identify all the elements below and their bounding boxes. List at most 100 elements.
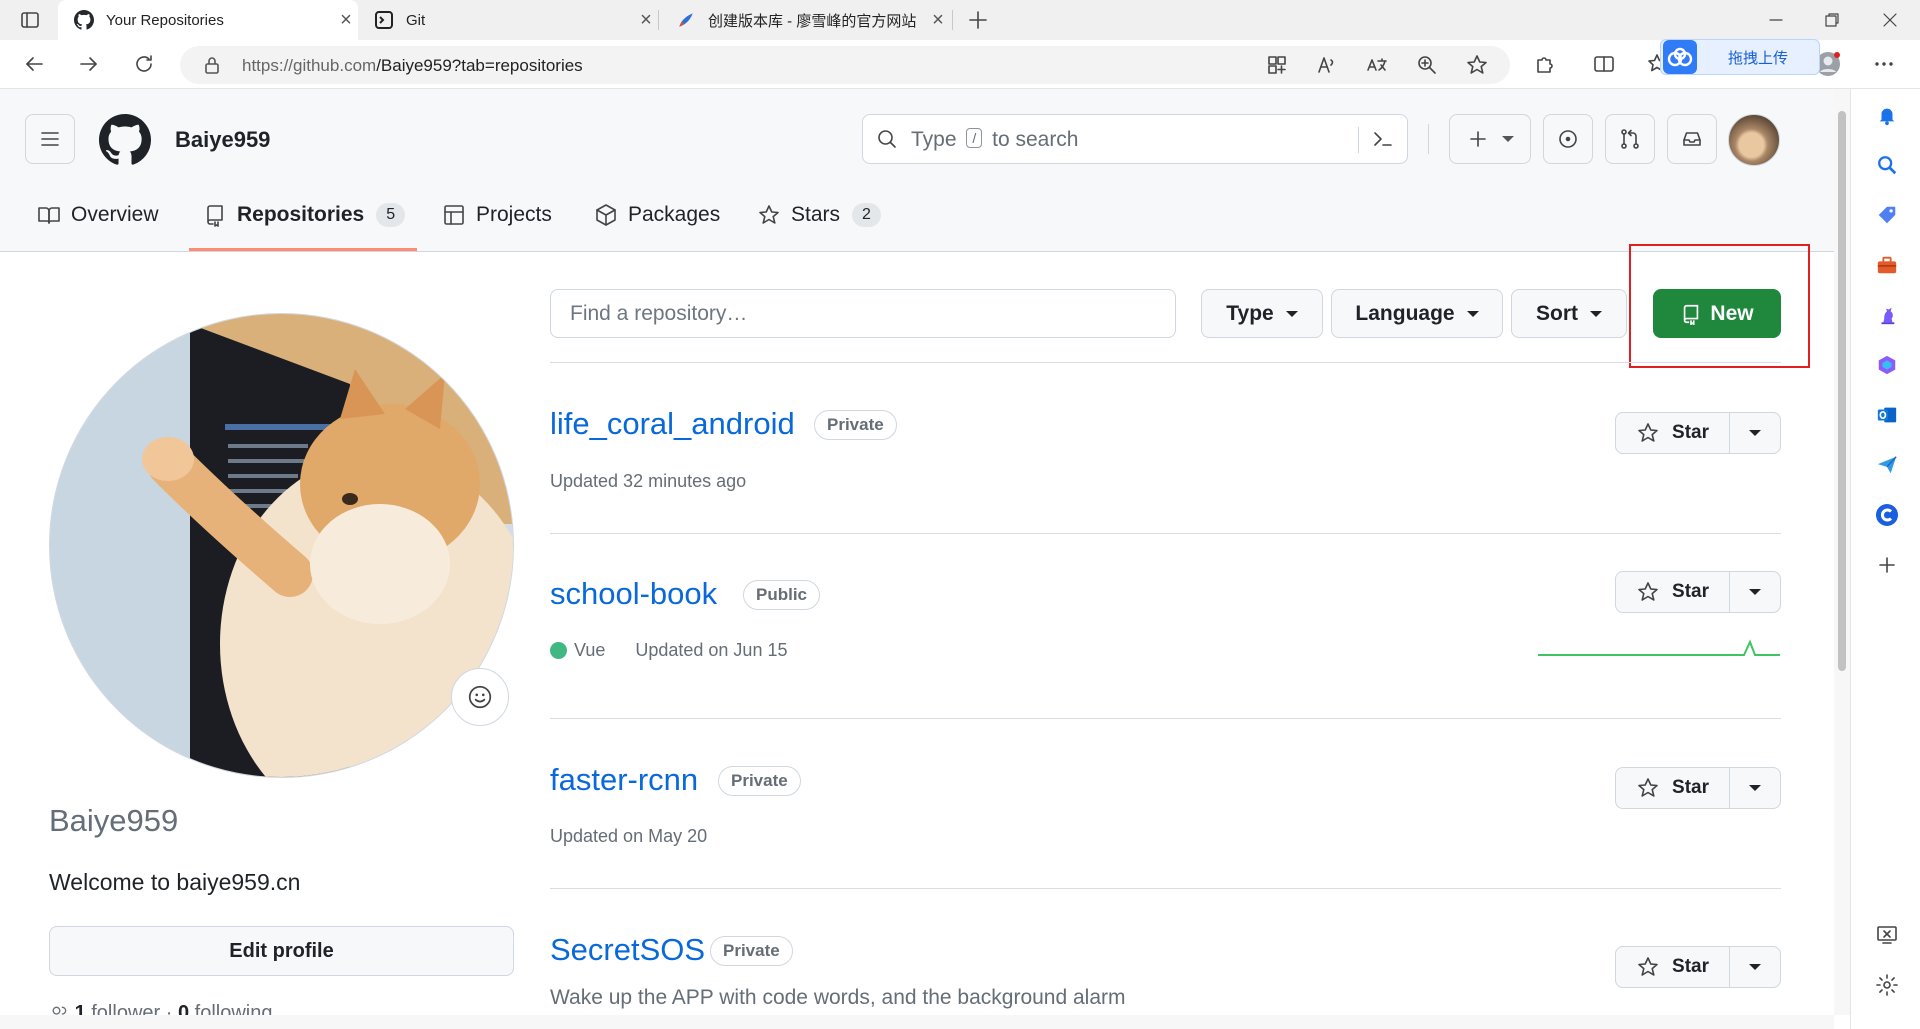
star-list-dropdown[interactable] <box>1730 947 1780 987</box>
sidebar-search-button[interactable] <box>1874 152 1900 178</box>
language-filter-dropdown[interactable]: Language <box>1331 289 1503 338</box>
global-search-input[interactable]: Type / to search <box>862 114 1408 164</box>
list-divider <box>550 718 1781 719</box>
repositories-count-badge: 5 <box>376 203 406 227</box>
restore-button[interactable] <box>1804 0 1860 40</box>
back-arrow-icon <box>26 57 43 71</box>
minimize-button[interactable] <box>1748 0 1804 40</box>
tab-repositories[interactable]: Repositories 5 <box>203 193 406 237</box>
star-button[interactable]: Star <box>1616 768 1730 808</box>
zoom-icon[interactable] <box>1415 53 1439 77</box>
star-list-dropdown[interactable] <box>1730 768 1780 808</box>
tab-actions-icon <box>21 12 39 28</box>
close-tab-icon[interactable]: × <box>926 9 950 32</box>
repo-name-link[interactable]: life_coral_android <box>550 406 795 442</box>
lock-icon[interactable] <box>200 53 224 77</box>
screenshot-icon <box>1877 926 1897 944</box>
forward-button[interactable] <box>71 46 107 82</box>
browser-tab-github[interactable]: Your Repositories × <box>58 0 358 40</box>
sidebar-tools-button[interactable] <box>1874 252 1900 278</box>
browser-tab-liaoxuefeng[interactable]: 创建版本库 - 廖雪峰的官方网站 × <box>660 0 950 40</box>
type-filter-dropdown[interactable]: Type <box>1201 289 1323 338</box>
sort-filter-dropdown[interactable]: Sort <box>1511 289 1627 338</box>
page-scrollbar[interactable] <box>1834 89 1850 1015</box>
pull-request-icon <box>1621 129 1639 149</box>
menu-button[interactable] <box>25 114 75 164</box>
profile-avatar[interactable] <box>49 313 514 778</box>
user-avatar-menu[interactable] <box>1728 114 1780 166</box>
github-logo-icon[interactable] <box>99 114 151 166</box>
restore-icon <box>1825 13 1839 27</box>
command-palette-icon[interactable] <box>1371 127 1395 151</box>
star-list-dropdown[interactable] <box>1730 413 1780 453</box>
url-path: /Baiye959?tab=repositories <box>376 56 583 75</box>
chevron-down-icon <box>1466 310 1479 317</box>
book-icon <box>38 207 60 224</box>
sidebar-games-button[interactable] <box>1874 302 1900 328</box>
star-label: Star <box>1672 581 1709 602</box>
issues-button[interactable] <box>1543 114 1593 164</box>
url-text[interactable]: https://github.com/Baiye959?tab=reposito… <box>242 56 583 76</box>
tab-stars[interactable]: Stars 2 <box>757 193 881 237</box>
sidebar-shopping-button[interactable] <box>1874 202 1900 228</box>
c-logo-icon <box>1876 504 1898 526</box>
find-repository-input[interactable] <box>550 289 1176 338</box>
back-button[interactable] <box>16 46 52 82</box>
visibility-badge: Public <box>743 580 821 610</box>
repo-name-link[interactable]: school-book <box>550 576 717 612</box>
star-list-dropdown[interactable] <box>1730 572 1780 612</box>
tab-packages[interactable]: Packages <box>594 193 720 237</box>
sidebar-settings-button[interactable] <box>1874 972 1900 998</box>
chess-icon <box>1881 307 1895 325</box>
set-status-button[interactable] <box>451 668 509 726</box>
close-tab-icon[interactable]: × <box>334 9 358 32</box>
repo-updated-text: Updated on May 20 <box>550 826 708 846</box>
sidebar-add-button[interactable] <box>1874 552 1900 578</box>
tab-projects[interactable]: Projects <box>442 193 552 237</box>
forward-arrow-icon <box>80 57 97 71</box>
tag-icon <box>1878 206 1896 224</box>
search-placeholder-prefix: Type <box>911 128 957 151</box>
tab-overview[interactable]: Overview <box>37 193 159 237</box>
close-tab-icon[interactable]: × <box>634 9 658 32</box>
scrollbar-thumb[interactable] <box>1838 111 1846 671</box>
sidebar-m365-button[interactable] <box>1874 352 1900 378</box>
star-button[interactable]: Star <box>1616 572 1730 612</box>
chevron-down-icon <box>1749 785 1761 791</box>
context-username[interactable]: Baiye959 <box>175 127 270 153</box>
browser-tab-git[interactable]: Git × <box>358 0 658 40</box>
create-new-dropdown[interactable] <box>1449 114 1531 164</box>
star-button[interactable]: Star <box>1616 413 1730 453</box>
edit-profile-button[interactable]: Edit profile <box>49 926 514 976</box>
sidebar-screenshot-button[interactable] <box>1874 922 1900 948</box>
baidu-upload-widget[interactable]: 拖拽上传 <box>1660 39 1820 75</box>
star-button-group: Star <box>1615 946 1781 988</box>
pull-requests-button[interactable] <box>1605 114 1655 164</box>
tab-actions-button[interactable] <box>0 0 60 40</box>
new-tab-button[interactable] <box>950 0 1006 40</box>
split-screen-button[interactable] <box>1586 46 1622 82</box>
star-icon <box>1638 957 1658 976</box>
address-bar[interactable]: https://github.com/Baiye959?tab=reposito… <box>180 46 1510 84</box>
search-shortcut-key: / <box>966 128 983 148</box>
settings-more-button[interactable] <box>1866 46 1902 82</box>
extensions-button[interactable] <box>1527 46 1563 82</box>
star-button[interactable]: Star <box>1616 947 1730 987</box>
sidebar-app-button[interactable] <box>1874 502 1900 528</box>
bottom-scroll-edge <box>0 1015 1834 1029</box>
list-divider <box>550 362 1781 363</box>
repo-name-link[interactable]: SecretSOS <box>550 932 705 968</box>
repo-name-link[interactable]: faster-rcnn <box>550 762 698 798</box>
sidebar-send-button[interactable] <box>1874 452 1900 478</box>
tab-title: Git <box>406 11 426 29</box>
inbox-button[interactable] <box>1667 114 1717 164</box>
sidebar-notifications-button[interactable] <box>1874 102 1900 128</box>
app-available-icon[interactable] <box>1265 53 1289 77</box>
translate-icon[interactable] <box>1365 53 1389 77</box>
close-window-button[interactable] <box>1860 0 1920 40</box>
favorite-star-icon[interactable] <box>1465 53 1489 77</box>
read-aloud-icon[interactable] <box>1315 53 1339 77</box>
split-screen-icon <box>1594 56 1614 72</box>
refresh-button[interactable] <box>126 46 162 82</box>
sidebar-outlook-button[interactable] <box>1874 402 1900 428</box>
